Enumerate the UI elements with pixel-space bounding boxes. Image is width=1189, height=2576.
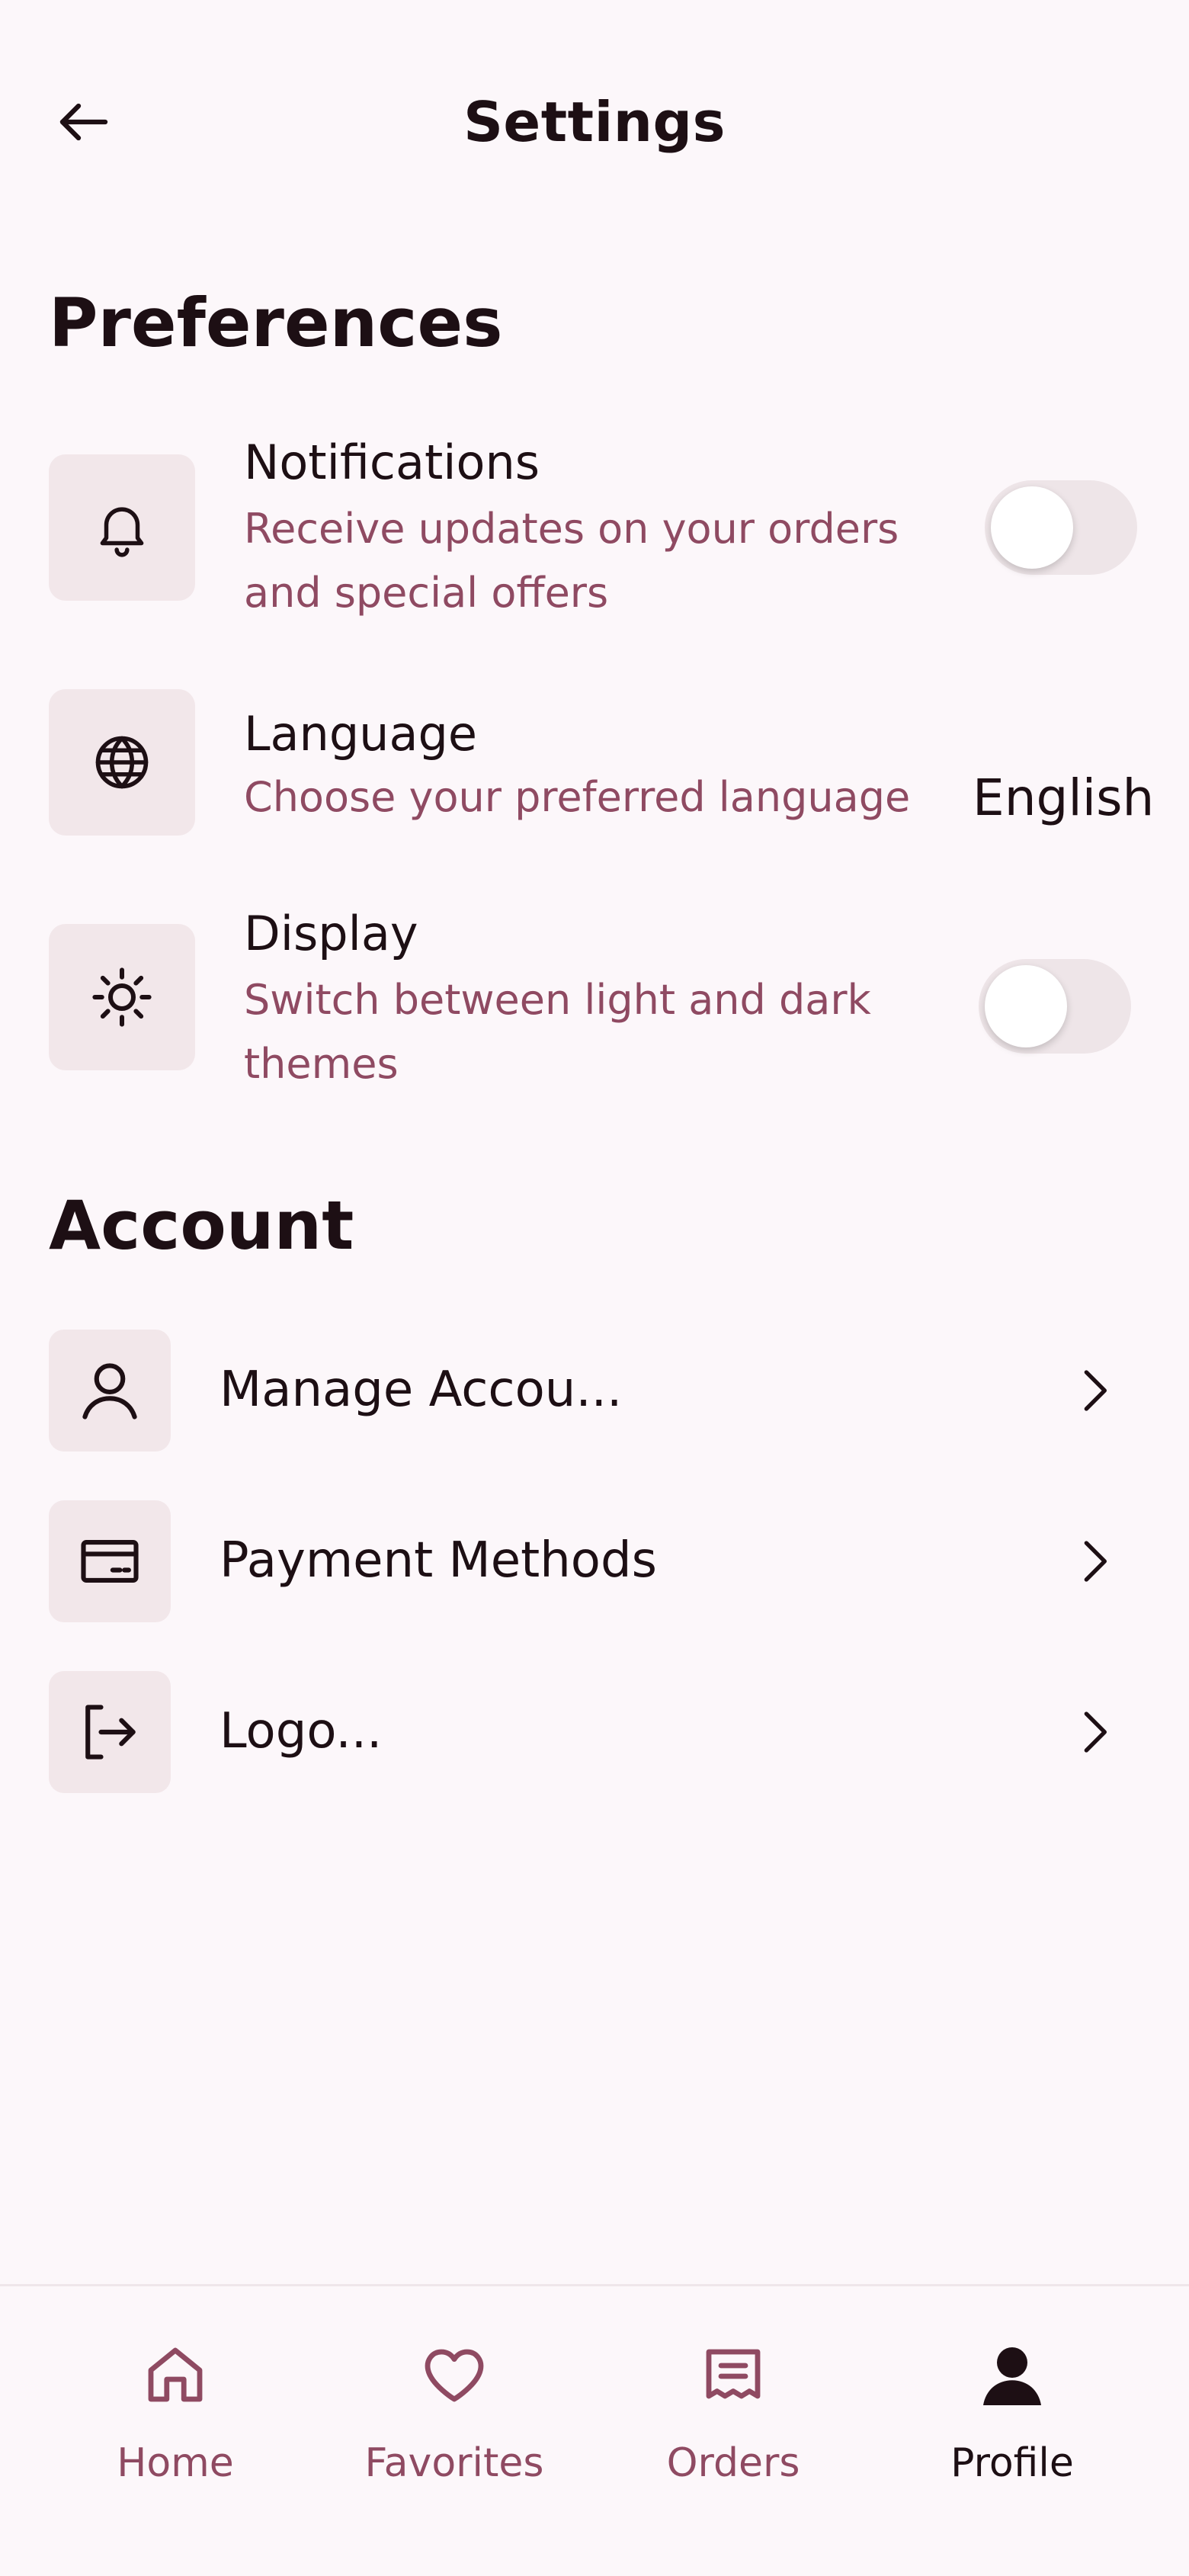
logout-item[interactable]: Logo... — [49, 1671, 1140, 1793]
preferences-heading: Preferences — [49, 284, 503, 362]
nav-favorites[interactable]: Favorites — [325, 2324, 584, 2523]
globe-icon — [95, 736, 149, 789]
language-icon-tile — [49, 689, 195, 836]
chevron-right-icon — [1064, 1360, 1125, 1421]
payment-methods-icon-tile — [49, 1500, 171, 1622]
sun-icon — [92, 967, 152, 1027]
nav-profile[interactable]: Profile — [883, 2324, 1142, 2523]
toggle-knob — [991, 486, 1073, 569]
display-title: Display — [244, 906, 418, 961]
language-setting[interactable]: Language Choose your preferred language … — [49, 689, 1154, 842]
payment-methods-label: Payment Methods — [220, 1532, 657, 1589]
app-header: Settings — [0, 0, 1189, 244]
notifications-title: Notifications — [244, 435, 540, 490]
notifications-setting: Notifications Receive updates on your or… — [49, 435, 1140, 630]
notifications-icon-tile — [49, 454, 195, 601]
display-toggle[interactable] — [979, 959, 1131, 1054]
nav-home-label: Home — [117, 2440, 234, 2486]
profile-icon — [983, 2347, 1041, 2405]
display-icon-tile — [49, 924, 195, 1070]
language-subtitle: Choose your preferred language — [244, 773, 911, 821]
manage-account-item[interactable]: Manage Accou... — [49, 1330, 1140, 1452]
manage-account-icon-tile — [49, 1330, 171, 1452]
bell-icon — [100, 507, 144, 557]
display-subtitle-line-2: themes — [244, 1040, 399, 1088]
notifications-subtitle-line-1: Receive updates on your orders — [244, 505, 899, 553]
logout-icon — [85, 1705, 136, 1760]
logout-label: Logo... — [220, 1703, 383, 1760]
notifications-subtitle-line-2: and special offers — [244, 569, 609, 617]
heart-icon — [425, 2349, 484, 2402]
chevron-right-icon — [1064, 1531, 1125, 1592]
nav-favorites-label: Favorites — [364, 2440, 544, 2486]
language-title: Language — [244, 706, 477, 762]
user-icon — [82, 1363, 137, 1420]
manage-account-label: Manage Accou... — [220, 1362, 623, 1418]
notifications-subtitle: Receive updates on your orders and speci… — [244, 497, 930, 625]
home-icon — [148, 2347, 203, 2402]
logout-icon-tile — [49, 1671, 171, 1793]
account-heading: Account — [49, 1186, 354, 1265]
display-subtitle-line-1: Switch between light and dark — [244, 976, 871, 1024]
nav-profile-label: Profile — [950, 2440, 1074, 2486]
nav-orders[interactable]: Orders — [604, 2324, 863, 2523]
toggle-knob — [985, 965, 1067, 1047]
payment-methods-item[interactable]: Payment Methods — [49, 1500, 1140, 1622]
receipt-icon — [706, 2349, 761, 2399]
nav-orders-label: Orders — [666, 2440, 800, 2486]
notifications-toggle[interactable] — [985, 480, 1137, 575]
language-value: English — [973, 768, 1155, 827]
credit-card-icon — [81, 1540, 139, 1583]
nav-home[interactable]: Home — [46, 2324, 305, 2523]
display-subtitle: Switch between light and dark themes — [244, 968, 930, 1096]
chevron-right-icon — [1064, 1702, 1125, 1763]
bottom-navigation: Home Favorites Orders Profile — [0, 2284, 1189, 2576]
page-title: Settings — [463, 90, 726, 154]
display-setting: Display Switch between light and dark th… — [49, 906, 1140, 1099]
